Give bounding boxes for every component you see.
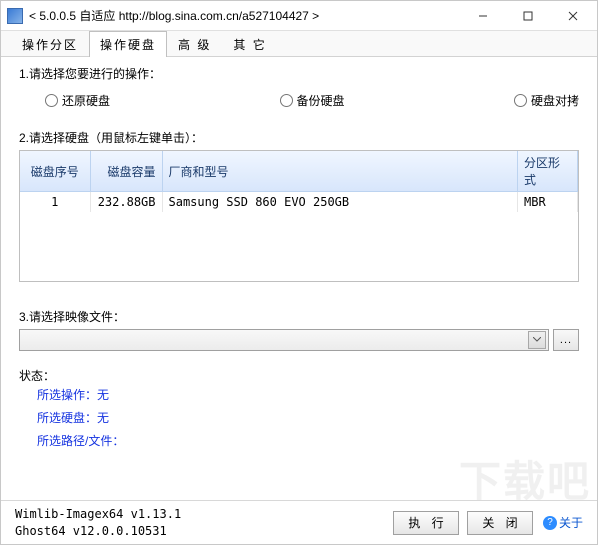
about-link[interactable]: ? 关于 [543, 514, 583, 531]
radio-backup-label: 备份硬盘 [297, 92, 345, 109]
window-title: < 5.0.0.5 自适应 http://blog.sina.com.cn/a5… [29, 7, 460, 24]
status-title: 状态： [19, 367, 579, 384]
col-partition-format[interactable]: 分区形式 [518, 151, 578, 192]
browse-button[interactable]: ... [553, 329, 579, 351]
status-disk: 所选硬盘：无 [19, 407, 579, 430]
tab-partition[interactable]: 操作分区 [11, 31, 89, 57]
status-path: 所选路径/文件： [19, 430, 579, 453]
about-label: 关于 [559, 514, 583, 531]
cell-fmt: MBR [518, 192, 578, 213]
titlebar: < 5.0.0.5 自适应 http://blog.sina.com.cn/a5… [1, 1, 597, 31]
app-icon [7, 8, 23, 24]
watermark-main: 下载吧 [459, 458, 591, 505]
version-wimlib: Wimlib-Imagex64 v1.13.1 [15, 506, 385, 523]
radio-copy[interactable]: 硬盘对拷 [514, 92, 579, 109]
cell-vendor: Samsung SSD 860 EVO 250GB [162, 192, 518, 213]
radio-restore[interactable]: 还原硬盘 [45, 92, 280, 109]
section3-label: 3.请选择映像文件： [19, 308, 579, 325]
radio-restore-label: 还原硬盘 [62, 92, 110, 109]
radio-restore-input[interactable] [45, 94, 58, 107]
image-file-combo[interactable] [19, 329, 549, 351]
tab-other[interactable]: 其 它 [222, 31, 277, 57]
tab-disk[interactable]: 操作硬盘 [89, 31, 167, 57]
radio-backup[interactable]: 备份硬盘 [280, 92, 515, 109]
version-ghost: Ghost64 v12.0.0.10531 [15, 523, 385, 540]
footer: Wimlib-Imagex64 v1.13.1 Ghost64 v12.0.0.… [1, 500, 597, 544]
close-button[interactable] [550, 2, 595, 30]
chevron-down-icon[interactable] [528, 331, 546, 349]
close-app-button[interactable]: 关 闭 [467, 511, 533, 535]
cell-num: 1 [20, 192, 90, 213]
operation-radios: 还原硬盘 备份硬盘 硬盘对拷 [19, 86, 579, 119]
radio-backup-input[interactable] [280, 94, 293, 107]
cell-cap: 232.88GB [90, 192, 162, 213]
col-disk-capacity[interactable]: 磁盘容量 [90, 151, 162, 192]
section2-label: 2.请选择硬盘（用鼠标左键单击）： [19, 129, 579, 146]
col-disk-number[interactable]: 磁盘序号 [20, 151, 90, 192]
table-row[interactable]: 1 232.88GB Samsung SSD 860 EVO 250GB MBR [20, 192, 578, 213]
version-info: Wimlib-Imagex64 v1.13.1 Ghost64 v12.0.0.… [15, 506, 385, 540]
radio-copy-input[interactable] [514, 94, 527, 107]
status-operation: 所选操作：无 [19, 384, 579, 407]
col-vendor-model[interactable]: 厂商和型号 [162, 151, 518, 192]
disk-table[interactable]: 磁盘序号 磁盘容量 厂商和型号 分区形式 1 232.88GB Samsung … [20, 151, 578, 212]
maximize-button[interactable] [505, 2, 550, 30]
radio-copy-label: 硬盘对拷 [531, 92, 579, 109]
tabstrip: 操作分区 操作硬盘 高 级 其 它 [1, 31, 597, 57]
tab-advanced[interactable]: 高 级 [167, 31, 222, 57]
section1-label: 1.请选择您要进行的操作： [19, 65, 579, 82]
disk-table-frame: 磁盘序号 磁盘容量 厂商和型号 分区形式 1 232.88GB Samsung … [19, 150, 579, 282]
status-box: 状态： 所选操作：无 所选硬盘：无 所选路径/文件： [19, 365, 579, 452]
minimize-button[interactable] [460, 2, 505, 30]
help-icon: ? [543, 516, 557, 530]
execute-button[interactable]: 执 行 [393, 511, 459, 535]
